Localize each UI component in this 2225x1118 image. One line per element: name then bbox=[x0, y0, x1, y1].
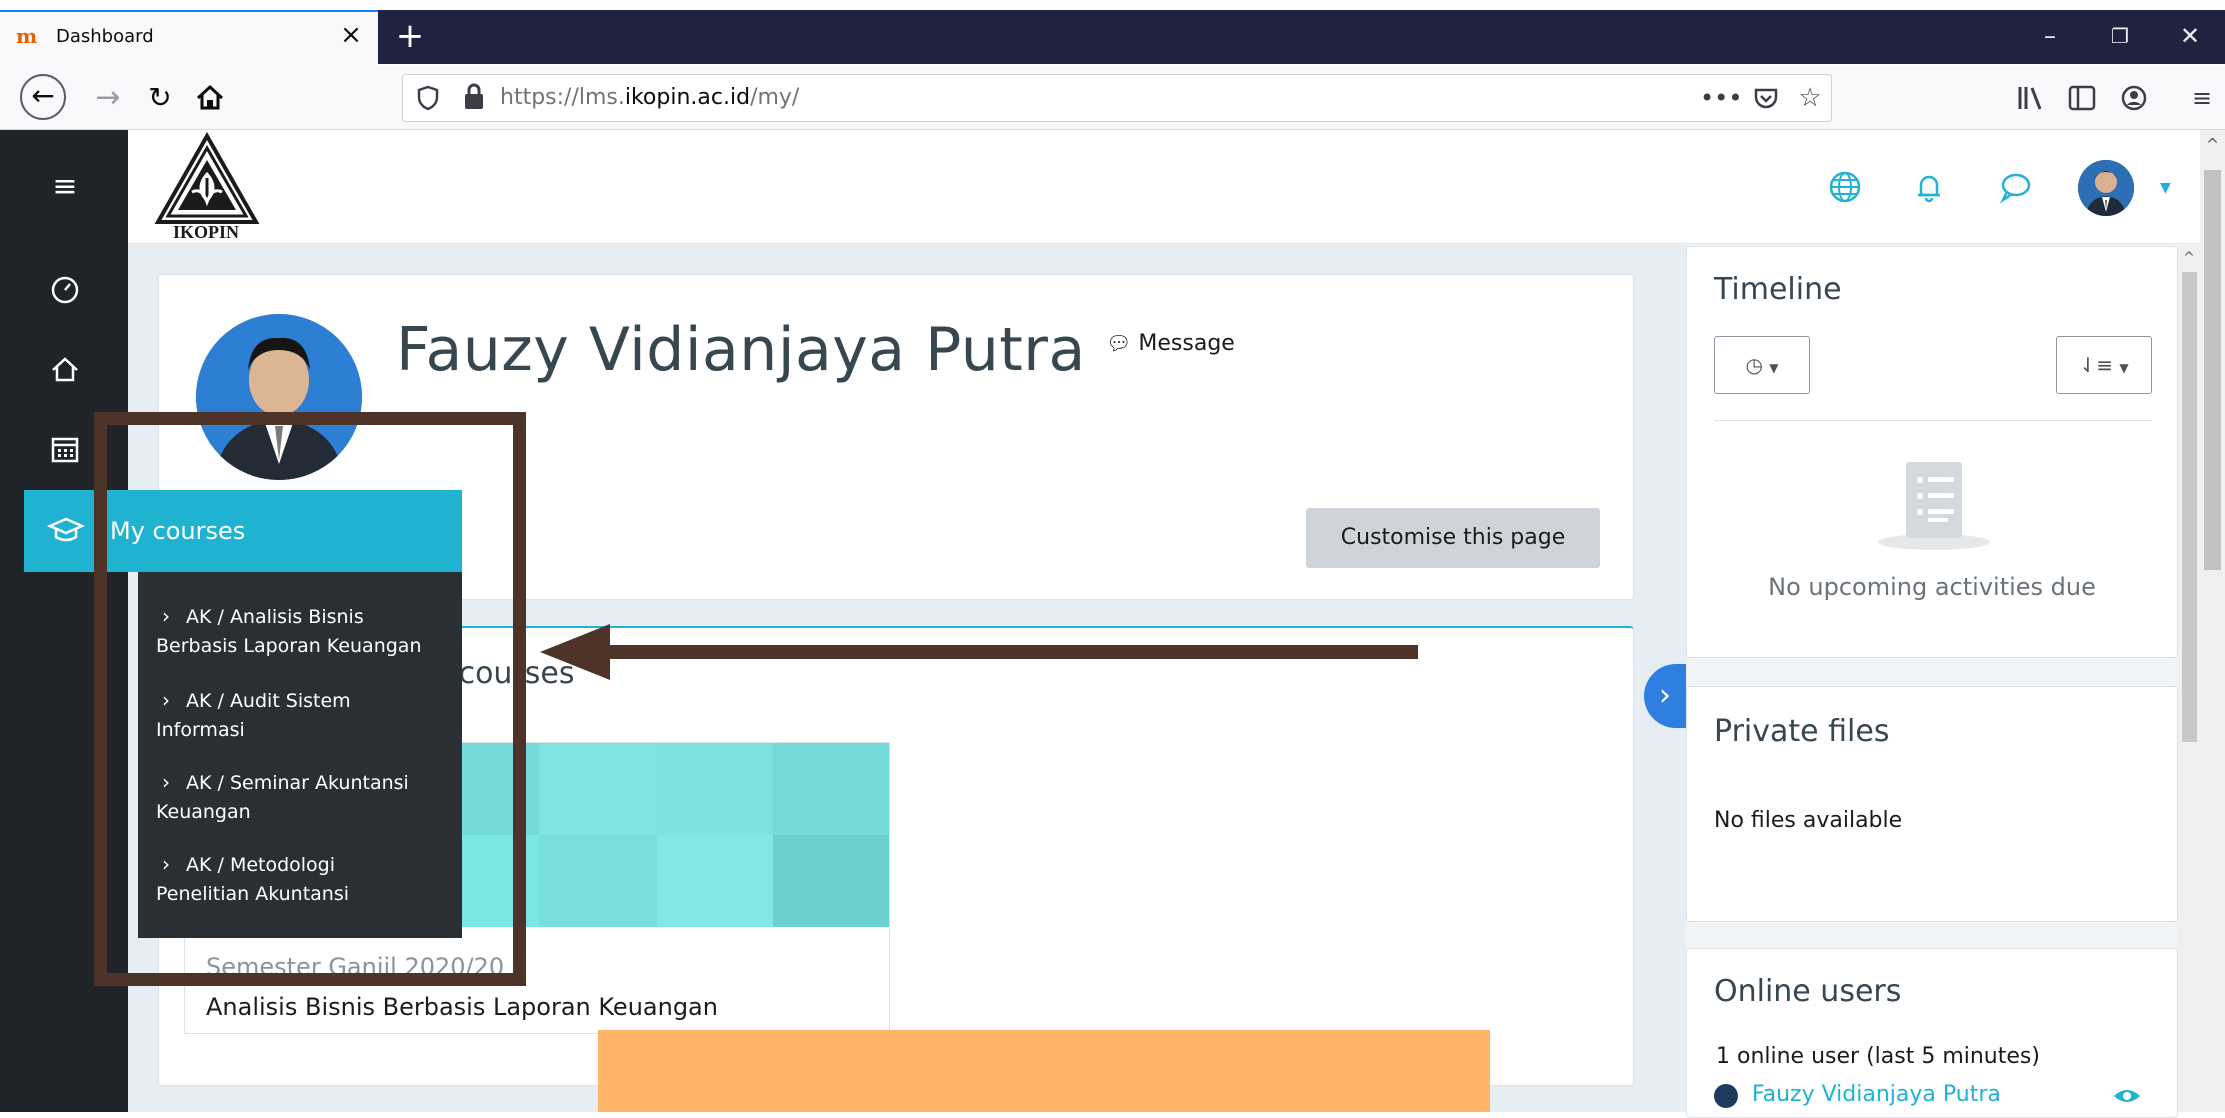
calendar-icon[interactable] bbox=[40, 424, 90, 474]
drawer-menu-icon[interactable]: ≡ bbox=[40, 162, 90, 212]
url-path: /my/ bbox=[750, 85, 800, 110]
messages-bubble-icon[interactable] bbox=[1992, 164, 2038, 210]
annotation-highlight-box bbox=[94, 412, 526, 986]
pocket-icon[interactable] bbox=[1746, 78, 1786, 118]
home-icon[interactable] bbox=[186, 74, 234, 122]
profile-name: Fauzy Vidianjaya Putra bbox=[396, 315, 1086, 385]
online-users-title: Online users bbox=[1714, 974, 1902, 1009]
timeline-filter-button[interactable]: ◷ ▼ bbox=[1714, 336, 1810, 394]
minimize-window-icon[interactable]: – bbox=[2020, 16, 2080, 56]
private-files-title: Private files bbox=[1714, 714, 1890, 749]
sidebar-toggle-icon[interactable] bbox=[2060, 78, 2104, 118]
bookmark-star-icon[interactable]: ☆ bbox=[1790, 78, 1830, 118]
timeline-empty-message: No upcoming activities due bbox=[1768, 573, 2096, 601]
url-domain: ikopin.ac.id bbox=[624, 85, 751, 110]
reload-icon[interactable]: ↻ bbox=[136, 74, 184, 122]
clock-icon: ◷ bbox=[1745, 353, 1763, 377]
page-scroll-up-icon[interactable]: ^ bbox=[2200, 130, 2225, 160]
restore-window-icon[interactable]: ❐ bbox=[2090, 16, 2150, 56]
moodle-logo-icon: m bbox=[16, 24, 38, 48]
lock-icon[interactable] bbox=[460, 80, 488, 114]
site-home-icon[interactable] bbox=[40, 344, 90, 394]
timeline-title: Timeline bbox=[1714, 272, 1842, 307]
timeline-sort-button[interactable]: ⇃≡ ▼ bbox=[2056, 336, 2152, 394]
annotation-highlight-bar bbox=[598, 1030, 1490, 1112]
language-globe-icon[interactable] bbox=[1822, 164, 1868, 210]
menu-hamburger-icon[interactable]: ≡ bbox=[2180, 78, 2224, 118]
notification-bell-icon[interactable] bbox=[1906, 164, 1952, 210]
sort-list-icon: ⇃≡ bbox=[2079, 353, 2113, 377]
url-text[interactable]: https://lms.ikopin.ac.id/my/ bbox=[500, 82, 799, 114]
page-actions-icon[interactable]: ••• bbox=[1700, 78, 1742, 118]
timeline-divider bbox=[1714, 420, 2152, 421]
tab-title: Dashboard bbox=[56, 26, 154, 47]
page-header bbox=[128, 130, 2200, 244]
empty-activities-icon bbox=[1874, 456, 1994, 556]
forward-arrow-icon[interactable]: → bbox=[84, 74, 132, 122]
customise-page-button[interactable]: Customise this page bbox=[1306, 508, 1600, 568]
chevron-right-icon: › bbox=[1659, 678, 1671, 713]
graduation-cap-icon bbox=[46, 508, 86, 552]
back-arrow-icon[interactable]: ← bbox=[20, 74, 66, 120]
library-icon[interactable] bbox=[2008, 78, 2052, 118]
online-user-avatar bbox=[1714, 1084, 1738, 1108]
visibility-eye-icon[interactable] bbox=[2112, 1084, 2142, 1108]
blocks-scrollbar-thumb[interactable] bbox=[2182, 272, 2197, 742]
user-menu-caret-icon[interactable]: ▼ bbox=[2160, 178, 2180, 198]
user-avatar[interactable] bbox=[2078, 160, 2134, 216]
tracking-shield-icon[interactable] bbox=[416, 84, 440, 112]
dashboard-icon[interactable] bbox=[40, 264, 90, 314]
chevron-down-icon: ▼ bbox=[2119, 361, 2129, 375]
chevron-down-icon: ▼ bbox=[1769, 361, 1779, 375]
message-label: Message bbox=[1138, 331, 1235, 356]
course-name-link[interactable]: Analisis Bisnis Berbasis Laporan Keuanga… bbox=[206, 990, 718, 1024]
message-bubble-icon: 💬︎ bbox=[1106, 331, 1132, 355]
online-user-link[interactable]: Fauzy Vidianjaya Putra bbox=[1752, 1080, 2001, 1110]
logo-text: IKOPIN bbox=[172, 222, 239, 242]
online-users-count: 1 online user (last 5 minutes) bbox=[1716, 1044, 2040, 1069]
annotation-arrow bbox=[540, 620, 1420, 690]
close-window-icon[interactable]: ✕ bbox=[2160, 16, 2220, 56]
private-files-empty: No files available bbox=[1714, 808, 1903, 833]
account-icon[interactable] bbox=[2112, 78, 2156, 118]
new-tab-button[interactable]: + bbox=[390, 16, 430, 56]
tab-close-icon[interactable]: × bbox=[336, 20, 366, 50]
blocks-scroll-up-icon[interactable]: ^ bbox=[2178, 246, 2200, 270]
page-scrollbar-thumb[interactable] bbox=[2204, 170, 2221, 570]
message-link[interactable]: 💬︎ Message bbox=[1106, 328, 1235, 359]
url-prefix: https://lms. bbox=[500, 85, 625, 110]
